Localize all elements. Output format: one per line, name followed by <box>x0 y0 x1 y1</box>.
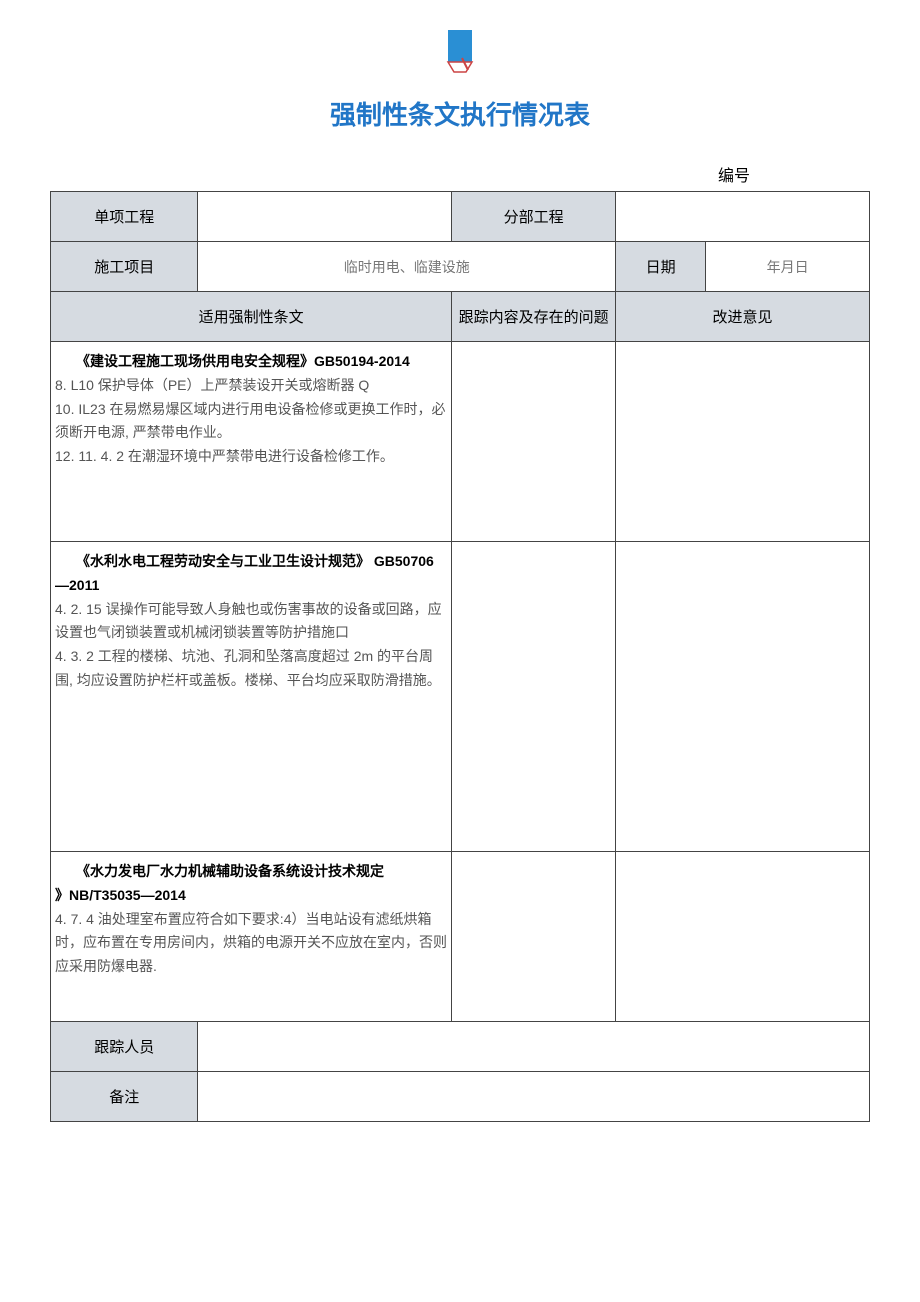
improvement-row-2 <box>616 542 870 852</box>
label-tracker: 跟踪人员 <box>51 1022 198 1072</box>
improvement-row-3 <box>616 852 870 1022</box>
logo <box>50 30 870 75</box>
label-construction-item: 施工项目 <box>51 242 198 292</box>
spec-title-3: 《水力发电厂水力机械辅助设备系统设计技术规定》NB/T35035—2014 <box>55 860 447 908</box>
label-improvement: 改进意见 <box>616 292 870 342</box>
tracking-row-2 <box>452 542 616 852</box>
spec-body-1: 8. L10 保护导体（PE）上严禁装设开关或熔断器 Q10. IL23 在易燃… <box>55 374 447 469</box>
tracking-row-1 <box>452 342 616 542</box>
spec-row-1: 《建设工程施工现场供用电安全规程》GB50194-2014 8. L10 保护导… <box>51 342 452 542</box>
spec-title-2: 《水利水电工程劳动安全与工业卫生设计规范》 GB50706—2011 <box>55 550 447 598</box>
label-remark: 备注 <box>51 1072 198 1122</box>
improvement-row-1 <box>616 342 870 542</box>
value-tracker <box>198 1022 870 1072</box>
spec-body-3: 4. 7. 4 油处理室布置应符合如下要求:4）当电站设有滤纸烘箱时，应布置在专… <box>55 908 447 979</box>
label-single-project: 单项工程 <box>51 192 198 242</box>
spec-title-1: 《建设工程施工现场供用电安全规程》GB50194-2014 <box>55 350 447 374</box>
form-id-label: 编号 <box>50 162 870 186</box>
spec-body-2: 4. 2. 15 误操作可能导致人身触也或伤害事故的设备或回路，应设置也气闭锁装… <box>55 598 447 693</box>
value-sub-project <box>616 192 870 242</box>
label-sub-project: 分部工程 <box>452 192 616 242</box>
spec-row-3: 《水力发电厂水力机械辅助设备系统设计技术规定》NB/T35035—2014 4.… <box>51 852 452 1022</box>
label-applicable: 适用强制性条文 <box>51 292 452 342</box>
value-remark <box>198 1072 870 1122</box>
value-single-project <box>198 192 452 242</box>
form-table: 单项工程 分部工程 施工项目 临时用电、临建设施 日期 年月日 适用强制性条文 … <box>50 191 870 1122</box>
tracking-row-3 <box>452 852 616 1022</box>
value-date: 年月日 <box>706 242 870 292</box>
value-construction-item: 临时用电、临建设施 <box>198 242 616 292</box>
label-tracking: 跟踪内容及存在的问题 <box>452 292 616 342</box>
page-title: 强制性条文执行情况表 <box>50 95 870 132</box>
label-date: 日期 <box>616 242 706 292</box>
spec-row-2: 《水利水电工程劳动安全与工业卫生设计规范》 GB50706—2011 4. 2.… <box>51 542 452 852</box>
